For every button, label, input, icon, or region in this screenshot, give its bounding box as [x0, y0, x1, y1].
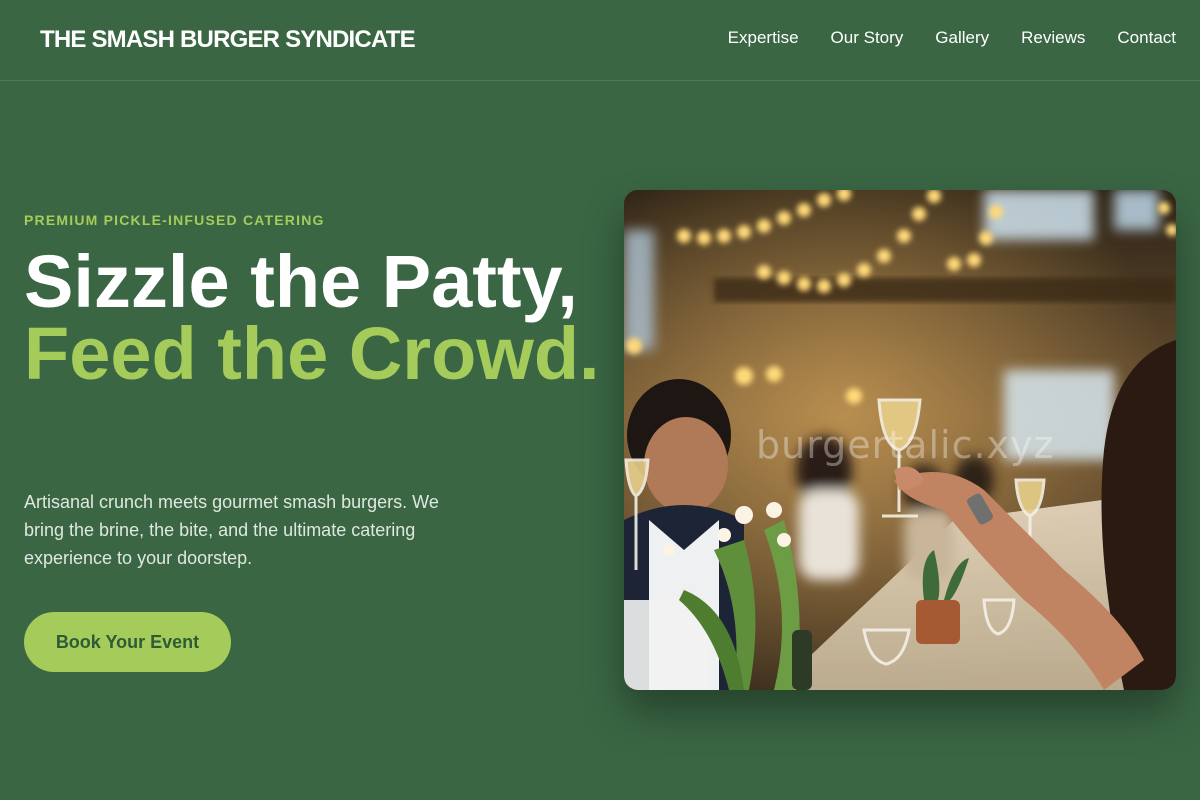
brand-logo[interactable]: THE SMASH BURGER SYNDICATE	[40, 26, 416, 54]
nav-link-contact[interactable]: Contact	[1117, 28, 1176, 48]
hero-headline: Sizzle the Patty, Feed the Crowd.	[24, 240, 604, 395]
main-nav: Expertise Our Story Gallery Reviews Cont…	[696, 28, 1176, 48]
nav-link-our-story[interactable]: Our Story	[831, 28, 904, 48]
book-event-button[interactable]: Book Your Event	[24, 612, 231, 672]
nav-link-gallery[interactable]: Gallery	[935, 28, 989, 48]
hero-eyebrow: PREMIUM PICKLE-INFUSED CATERING	[24, 212, 325, 228]
image-watermark: burgertalic.xyz	[756, 423, 1054, 467]
hero-description: Artisanal crunch meets gourmet smash bur…	[24, 492, 439, 568]
headline-line-2: Feed the Crowd.	[24, 312, 600, 395]
hero-image: burgertalic.xyz	[624, 190, 1176, 690]
nav-link-reviews[interactable]: Reviews	[1021, 28, 1085, 48]
nav-link-expertise[interactable]: Expertise	[728, 28, 799, 48]
site-header: THE SMASH BURGER SYNDICATE Expertise Our…	[0, 0, 1200, 81]
event-photo-illustration: burgertalic.xyz	[624, 190, 1176, 690]
headline-line-1: Sizzle the Patty,	[24, 240, 578, 323]
